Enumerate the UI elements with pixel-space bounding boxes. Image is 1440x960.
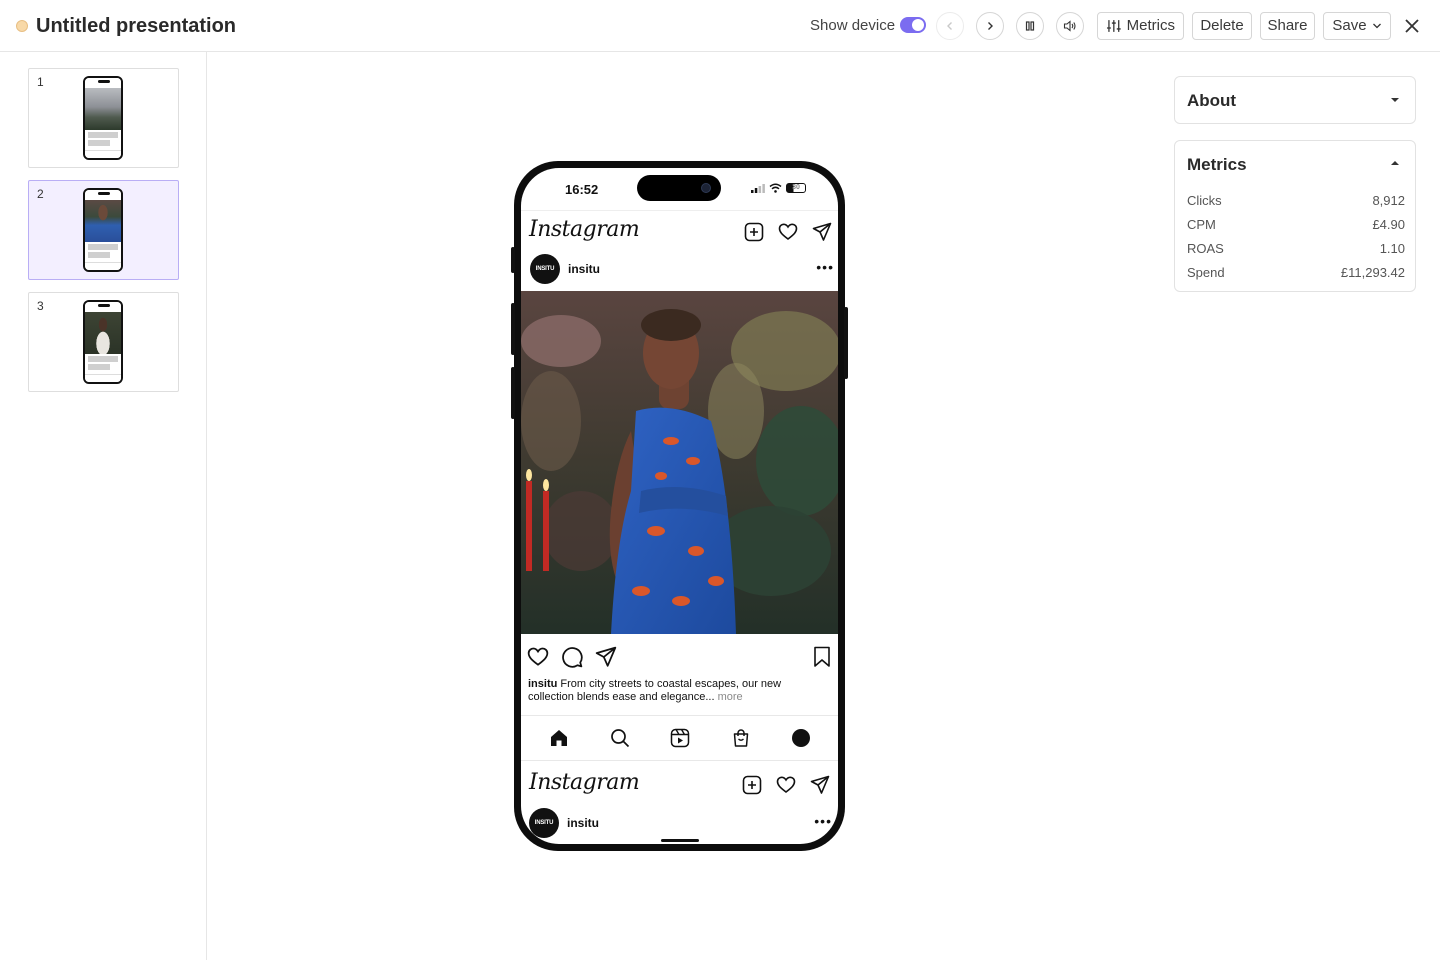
profile-avatar-icon[interactable] — [791, 729, 810, 747]
post-photo-illustration — [521, 291, 838, 634]
metric-row: ROAS 1.10 — [1187, 241, 1405, 259]
home-indicator — [661, 839, 699, 842]
more-options-icon[interactable]: ••• — [814, 813, 832, 829]
previous-slide-button[interactable] — [936, 12, 964, 40]
avatar[interactable]: INSITU — [529, 808, 559, 838]
post-actions — [521, 644, 838, 670]
metric-value: 8,912 — [1372, 193, 1405, 208]
battery-icon: 30 — [786, 183, 806, 193]
caret-down-icon — [1391, 98, 1399, 102]
caption-username[interactable]: insitu — [528, 678, 557, 690]
slide-thumbnail-1[interactable]: 1 — [28, 68, 179, 168]
like-icon[interactable] — [527, 646, 549, 668]
phone-screen: 16:52 30 Instagram INSITU insitu ••• ins… — [521, 168, 838, 844]
slide-number: 3 — [37, 299, 44, 313]
post-header: INSITU insitu ••• — [521, 254, 838, 292]
save-dropdown-button[interactable]: Save — [1323, 12, 1391, 40]
close-button[interactable] — [1400, 14, 1424, 38]
device-frame: 16:52 30 Instagram INSITU insitu ••• ins… — [511, 161, 848, 851]
save-status-dot — [16, 20, 28, 32]
pause-button[interactable] — [1016, 12, 1044, 40]
reels-icon[interactable] — [670, 728, 690, 748]
chevron-right-icon — [988, 22, 993, 30]
metric-row: Spend £11,293.42 — [1187, 265, 1405, 283]
signal-icon — [751, 184, 765, 193]
heart-icon[interactable] — [778, 222, 798, 242]
post-username[interactable]: insitu — [567, 816, 599, 830]
share-button-label: Share — [1267, 17, 1308, 34]
sliders-icon — [1106, 20, 1121, 32]
instagram-header-next: Instagram — [521, 764, 838, 806]
chevron-down-icon — [1372, 23, 1381, 29]
next-slide-button[interactable] — [976, 12, 1004, 40]
caret-up-icon[interactable] — [1391, 161, 1399, 165]
share-post-icon[interactable] — [595, 646, 617, 668]
slide-thumbnail-3[interactable]: 3 — [28, 292, 179, 392]
metrics-panel: Metrics Clicks 8,912 CPM £4.90 ROAS 1.10… — [1174, 140, 1416, 292]
presentation-title[interactable]: Untitled presentation — [36, 14, 236, 38]
new-post-icon[interactable] — [742, 775, 762, 795]
new-post-icon[interactable] — [744, 222, 764, 242]
instagram-logo: Instagram — [529, 770, 640, 795]
post-caption: insitu From city streets to coastal esca… — [528, 678, 828, 704]
about-panel-title: About — [1187, 91, 1237, 110]
search-icon[interactable] — [610, 728, 630, 748]
home-icon[interactable] — [549, 728, 569, 748]
metrics-button-label: Metrics — [1126, 17, 1175, 34]
slides-panel: 1 2 3 — [0, 52, 207, 960]
metric-value: 1.10 — [1379, 241, 1405, 256]
metric-label: CPM — [1187, 217, 1216, 232]
pause-icon — [1025, 21, 1035, 31]
speaker-icon — [1063, 20, 1076, 32]
top-bar: Untitled presentation Show device Metric… — [0, 0, 1440, 52]
caption-more-link[interactable]: more — [715, 691, 743, 703]
clock: 16:52 — [565, 182, 599, 197]
slide-thumbnail-2[interactable]: 2 — [28, 180, 179, 280]
metric-row: Clicks 8,912 — [1187, 193, 1405, 211]
comment-icon[interactable] — [561, 646, 583, 668]
share-button[interactable]: Share — [1260, 12, 1315, 40]
more-options-icon[interactable]: ••• — [816, 259, 834, 275]
chevron-left-icon — [947, 22, 952, 30]
post-image — [521, 291, 838, 634]
toggle-knob — [912, 19, 924, 31]
direct-message-icon[interactable] — [810, 775, 830, 795]
wifi-icon — [769, 183, 782, 193]
bookmark-icon[interactable] — [812, 646, 832, 668]
post-username[interactable]: insitu — [568, 262, 600, 276]
metric-value: £11,293.42 — [1340, 265, 1405, 280]
metric-label: ROAS — [1187, 241, 1224, 256]
phone-status-bar: 16:52 30 — [521, 168, 838, 206]
metric-label: Clicks — [1187, 193, 1222, 208]
metrics-panel-title[interactable]: Metrics — [1187, 155, 1247, 175]
avatar[interactable]: INSITU — [530, 254, 560, 284]
slide-number: 2 — [37, 187, 44, 201]
instagram-tab-bar — [521, 715, 838, 761]
about-panel[interactable]: About — [1174, 76, 1416, 124]
save-button-label: Save — [1332, 17, 1367, 34]
metric-label: Spend — [1187, 265, 1225, 280]
slide-preview — [83, 188, 123, 272]
delete-button[interactable]: Delete — [1192, 12, 1252, 40]
delete-button-label: Delete — [1200, 17, 1244, 34]
show-device-toggle[interactable] — [900, 17, 926, 33]
heart-icon[interactable] — [776, 775, 796, 795]
show-device-label: Show device — [810, 17, 896, 34]
caption-text: From city streets to coastal escapes, ou… — [528, 678, 782, 703]
dynamic-island — [637, 175, 721, 201]
instagram-header: Instagram — [521, 210, 838, 252]
metric-value: £4.90 — [1372, 217, 1405, 232]
metric-row: CPM £4.90 — [1187, 217, 1405, 235]
slide-preview — [83, 76, 123, 160]
shop-icon[interactable] — [731, 728, 751, 748]
direct-message-icon[interactable] — [812, 222, 832, 242]
close-icon — [1405, 19, 1419, 33]
instagram-logo: Instagram — [529, 217, 640, 242]
slide-number: 1 — [37, 75, 44, 89]
metrics-button[interactable]: Metrics — [1097, 12, 1184, 40]
sound-button[interactable] — [1056, 12, 1084, 40]
slide-preview — [83, 300, 123, 384]
battery-level: 30 — [792, 184, 800, 191]
